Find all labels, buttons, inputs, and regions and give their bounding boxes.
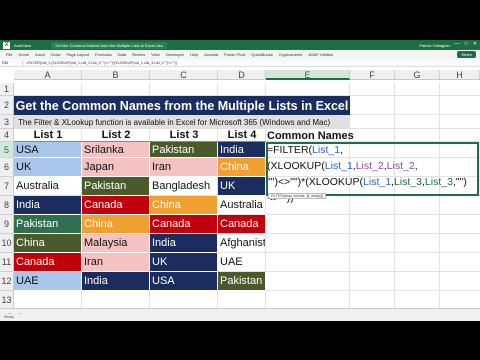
list-header-1[interactable]: List 1 [14,129,82,142]
list-header-3[interactable]: List 3 [150,129,218,142]
row-header-12[interactable]: 12 [0,272,14,291]
ribbon-tab-home[interactable]: Home [18,52,29,57]
row-header-3[interactable]: 3 [0,115,14,129]
maximize-button[interactable]: □ [465,41,468,47]
list-4-cell[interactable]: Australia [218,196,266,215]
share-button[interactable]: Share [457,51,476,58]
column-header-e[interactable]: E [266,70,350,80]
list-1-cell[interactable]: Pakistan [14,215,82,234]
close-button[interactable]: ✕ [473,41,477,47]
list-header-4[interactable]: List 4 [218,129,266,142]
ribbon-tab-developer[interactable]: Developer [166,52,184,57]
user-name[interactable]: Patrick Gallagher [419,43,450,48]
status-bar: Ready [0,314,480,320]
column-header-h[interactable]: H [440,70,480,80]
list-4-cell[interactable]: Afghanistan [218,234,266,253]
function-tooltip: FILTER(array, include, [if_empty]) [268,193,326,199]
title-bar: X AutoSave Get the Common Names from the… [0,40,480,50]
active-cell-border [266,142,479,196]
ribbon-tab-quickbooks[interactable]: QuickBooks [251,52,272,57]
list-3-cell[interactable]: USA [150,272,218,291]
ribbon-tab-draw[interactable]: Draw [51,52,60,57]
row-header-2[interactable]: 2 [0,96,14,115]
row-header-6[interactable]: 6 [0,158,14,177]
list-4-cell[interactable]: Canada [218,215,266,234]
document-title: Get the Common Names from the Multiple L… [51,41,167,49]
column-header-d[interactable]: D [218,70,266,80]
list-2-cell[interactable]: China [82,215,150,234]
list-4-cell[interactable]: India [218,142,266,158]
list-2-cell[interactable]: Canada [82,196,150,215]
list-2-cell[interactable]: Srilanka [82,142,150,158]
ribbon-tab-review[interactable]: Review [132,52,145,57]
sheet-subtitle[interactable]: The Filter & XLookup function is availab… [14,115,350,129]
list-1-cell[interactable]: UK [14,158,82,177]
list-3-cell[interactable]: India [150,234,218,253]
list-1-cell[interactable]: China [14,234,82,253]
common-names-header[interactable]: Common Names [267,129,367,143]
row-header-5[interactable]: 5 [0,142,14,158]
ribbon-tabs: File Home Insert Draw Page Layout Formulas Dat… [0,50,480,59]
list-1-cell[interactable]: USA [14,142,82,158]
sheet-title[interactable]: Get the Common Names from the Multiple L… [14,96,350,115]
status-text: Ready [4,315,15,319]
list-2-cell[interactable]: Pakistan [82,177,150,196]
ribbon-tab-cryptosheets[interactable]: Cryptosheets [279,52,303,57]
name-box[interactable]: E$5 [0,60,23,65]
formula-bar: E$5 =FILTER(List_1,(XLOOKUP(List_1,List_… [0,59,480,67]
list-3-cell[interactable]: Canada [150,215,218,234]
minimize-button[interactable]: — [455,41,460,47]
ribbon-tab-asap-utilities[interactable]: ASAP Utilities [308,52,333,57]
formula-input[interactable]: =FILTER(List_1,(XLOOKUP(List_1,List_2,Li… [26,61,326,65]
list-1-cell[interactable]: Australia [14,177,82,196]
row-header-4[interactable]: 4 [0,129,14,142]
ribbon-tab-insert[interactable]: Insert [35,52,45,57]
list-3-cell[interactable]: Bangladesh [150,177,218,196]
row-header-7[interactable]: 7 [0,177,14,196]
ribbon-tab-power-pivot[interactable]: Power Pivot [224,52,245,57]
ribbon-tab-help[interactable]: Help [190,52,198,57]
row-header-11[interactable]: 11 [0,253,14,272]
row-header-1[interactable]: 1 [0,83,14,96]
list-3-cell[interactable]: China [150,196,218,215]
list-header-2[interactable]: List 2 [82,129,150,142]
ribbon-tab-page-layout[interactable]: Page Layout [66,52,88,57]
list-2-cell[interactable]: India [82,272,150,291]
column-header-b[interactable]: B [82,70,150,80]
list-3-cell[interactable]: Pakistan [150,142,218,158]
list-2-cell[interactable]: Malaysia [82,234,150,253]
list-2-cell[interactable]: Japan [82,158,150,177]
ribbon-tab-view[interactable]: View [151,52,160,57]
column-header-c[interactable]: C [150,70,218,80]
row-header-10[interactable]: 10 [0,234,14,253]
list-4-cell[interactable]: UAE [218,253,266,272]
ribbon-tab-acrobat[interactable]: Acrobat [204,52,218,57]
column-header-a[interactable]: A [14,70,82,80]
window-controls: — □ ✕ [455,41,477,47]
excel-logo-icon: X [3,41,10,49]
list-1-cell[interactable]: UAE [14,272,82,291]
ribbon-tab-formulas[interactable]: Formulas [95,52,112,57]
list-4-cell[interactable]: China [218,158,266,177]
list-4-cell[interactable]: Pakistan [218,272,266,291]
column-header-f[interactable]: F [350,70,395,80]
row-header-8[interactable]: 8 [0,196,14,215]
list-3-cell[interactable]: UK [150,253,218,272]
row-header-9[interactable]: 9 [0,215,14,234]
autosave-label[interactable]: AutoSave [14,43,31,48]
list-1-cell[interactable]: Canada [14,253,82,272]
list-1-cell[interactable]: India [14,196,82,215]
column-header-g[interactable]: G [395,70,440,80]
ribbon-tab-data[interactable]: Data [118,52,126,57]
list-3-cell[interactable]: Iran [150,158,218,177]
ribbon-tab-file[interactable]: File [6,52,12,57]
list-2-cell[interactable]: Iran [82,253,150,272]
list-4-cell[interactable]: UK [218,177,266,196]
